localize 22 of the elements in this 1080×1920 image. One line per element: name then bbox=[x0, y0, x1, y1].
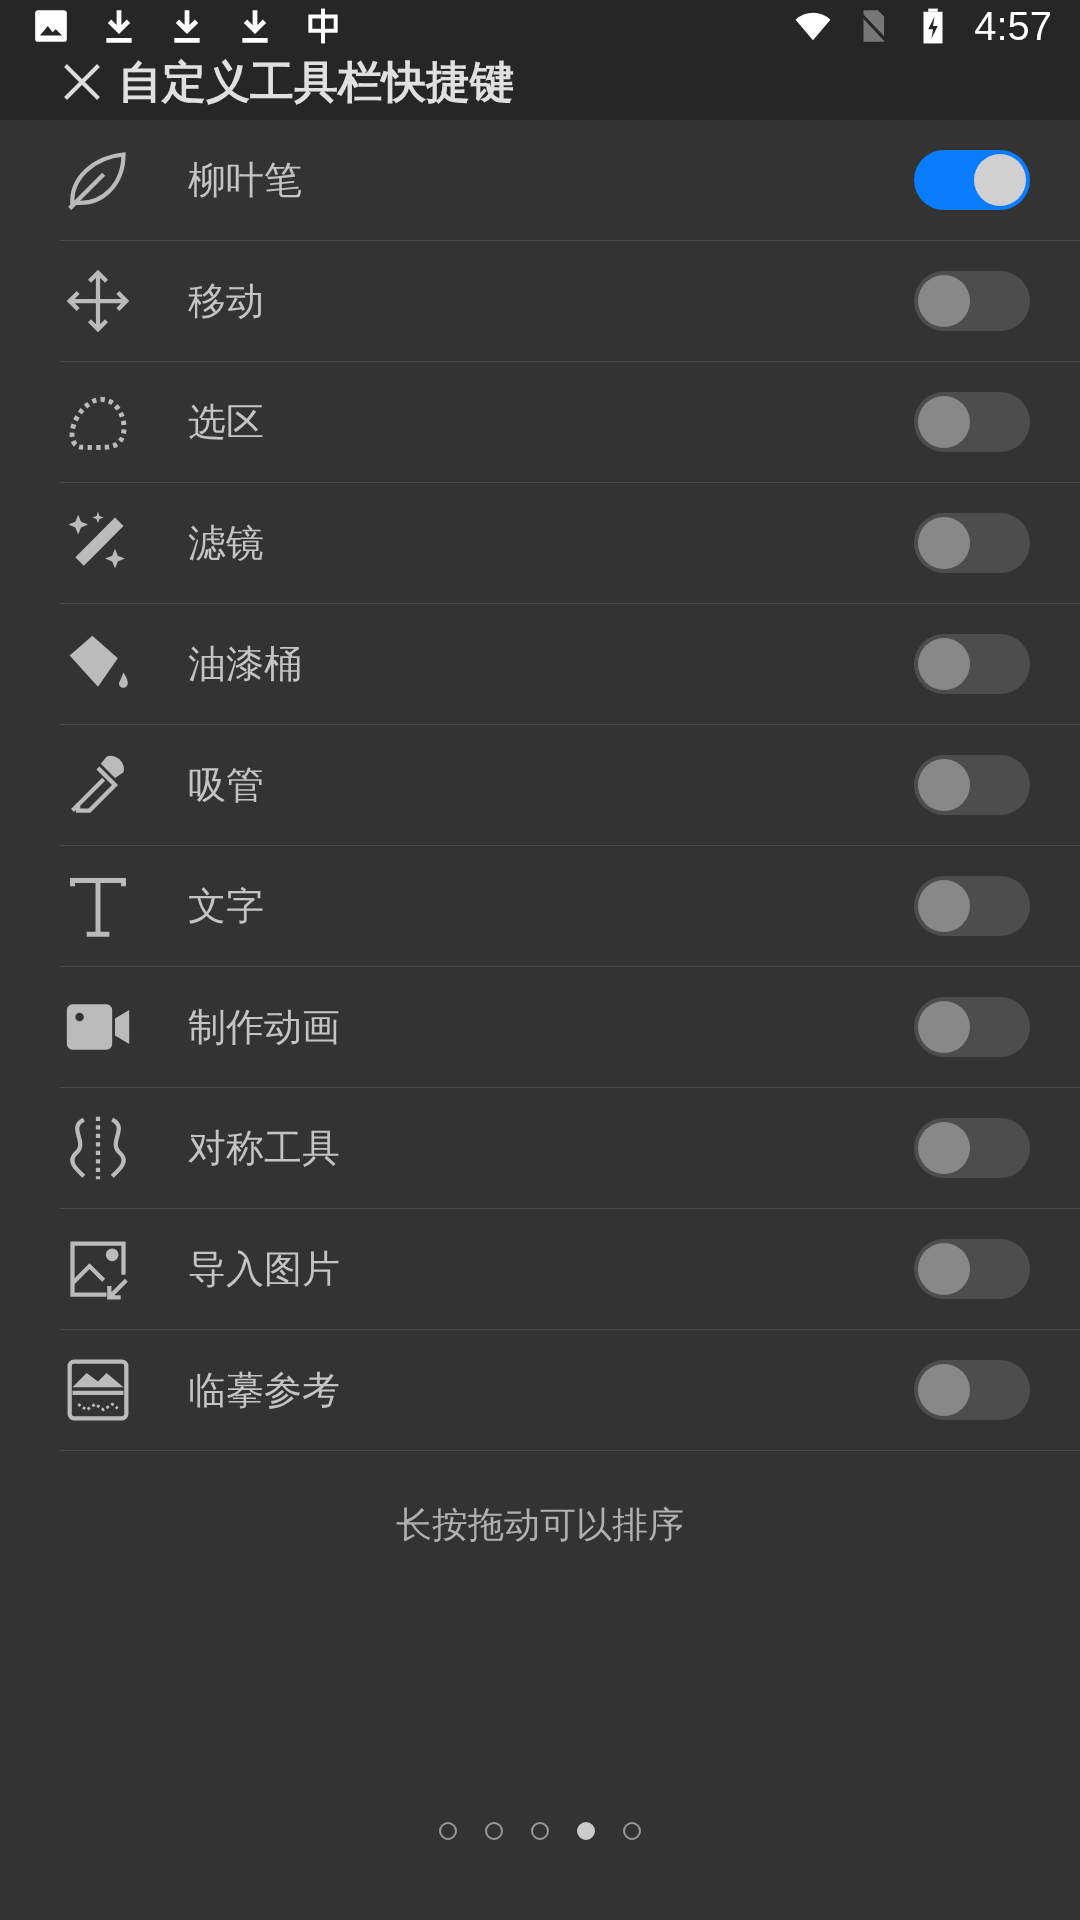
tool-label: 柳叶笔 bbox=[188, 156, 303, 204]
tool-label: 油漆桶 bbox=[188, 640, 303, 688]
tool-label: 导入图片 bbox=[188, 1245, 341, 1293]
page-dot[interactable] bbox=[439, 1822, 457, 1840]
tool-label: 滤镜 bbox=[188, 519, 265, 567]
tool-label: 对称工具 bbox=[188, 1124, 341, 1172]
page-dot[interactable] bbox=[623, 1822, 641, 1840]
page-title: 自定义工具栏快捷键 bbox=[118, 54, 514, 109]
tool-label: 移动 bbox=[188, 277, 265, 325]
move-icon bbox=[64, 267, 132, 335]
tool-label: 吸管 bbox=[188, 761, 265, 809]
tool-label: 文字 bbox=[188, 882, 265, 930]
sort-hint: 长按拖动可以排序 bbox=[396, 1503, 684, 1547]
page-dot[interactable] bbox=[531, 1822, 549, 1840]
status-time: 4:57 bbox=[974, 3, 1052, 49]
page-dot[interactable] bbox=[485, 1822, 503, 1840]
toggle-switch[interactable] bbox=[914, 150, 1030, 210]
image-icon bbox=[32, 7, 70, 45]
tool-label: 临摹参考 bbox=[188, 1366, 341, 1414]
tool-label: 选区 bbox=[188, 398, 265, 446]
page-dot[interactable] bbox=[577, 1822, 595, 1840]
tool-label: 制作动画 bbox=[188, 1003, 341, 1051]
